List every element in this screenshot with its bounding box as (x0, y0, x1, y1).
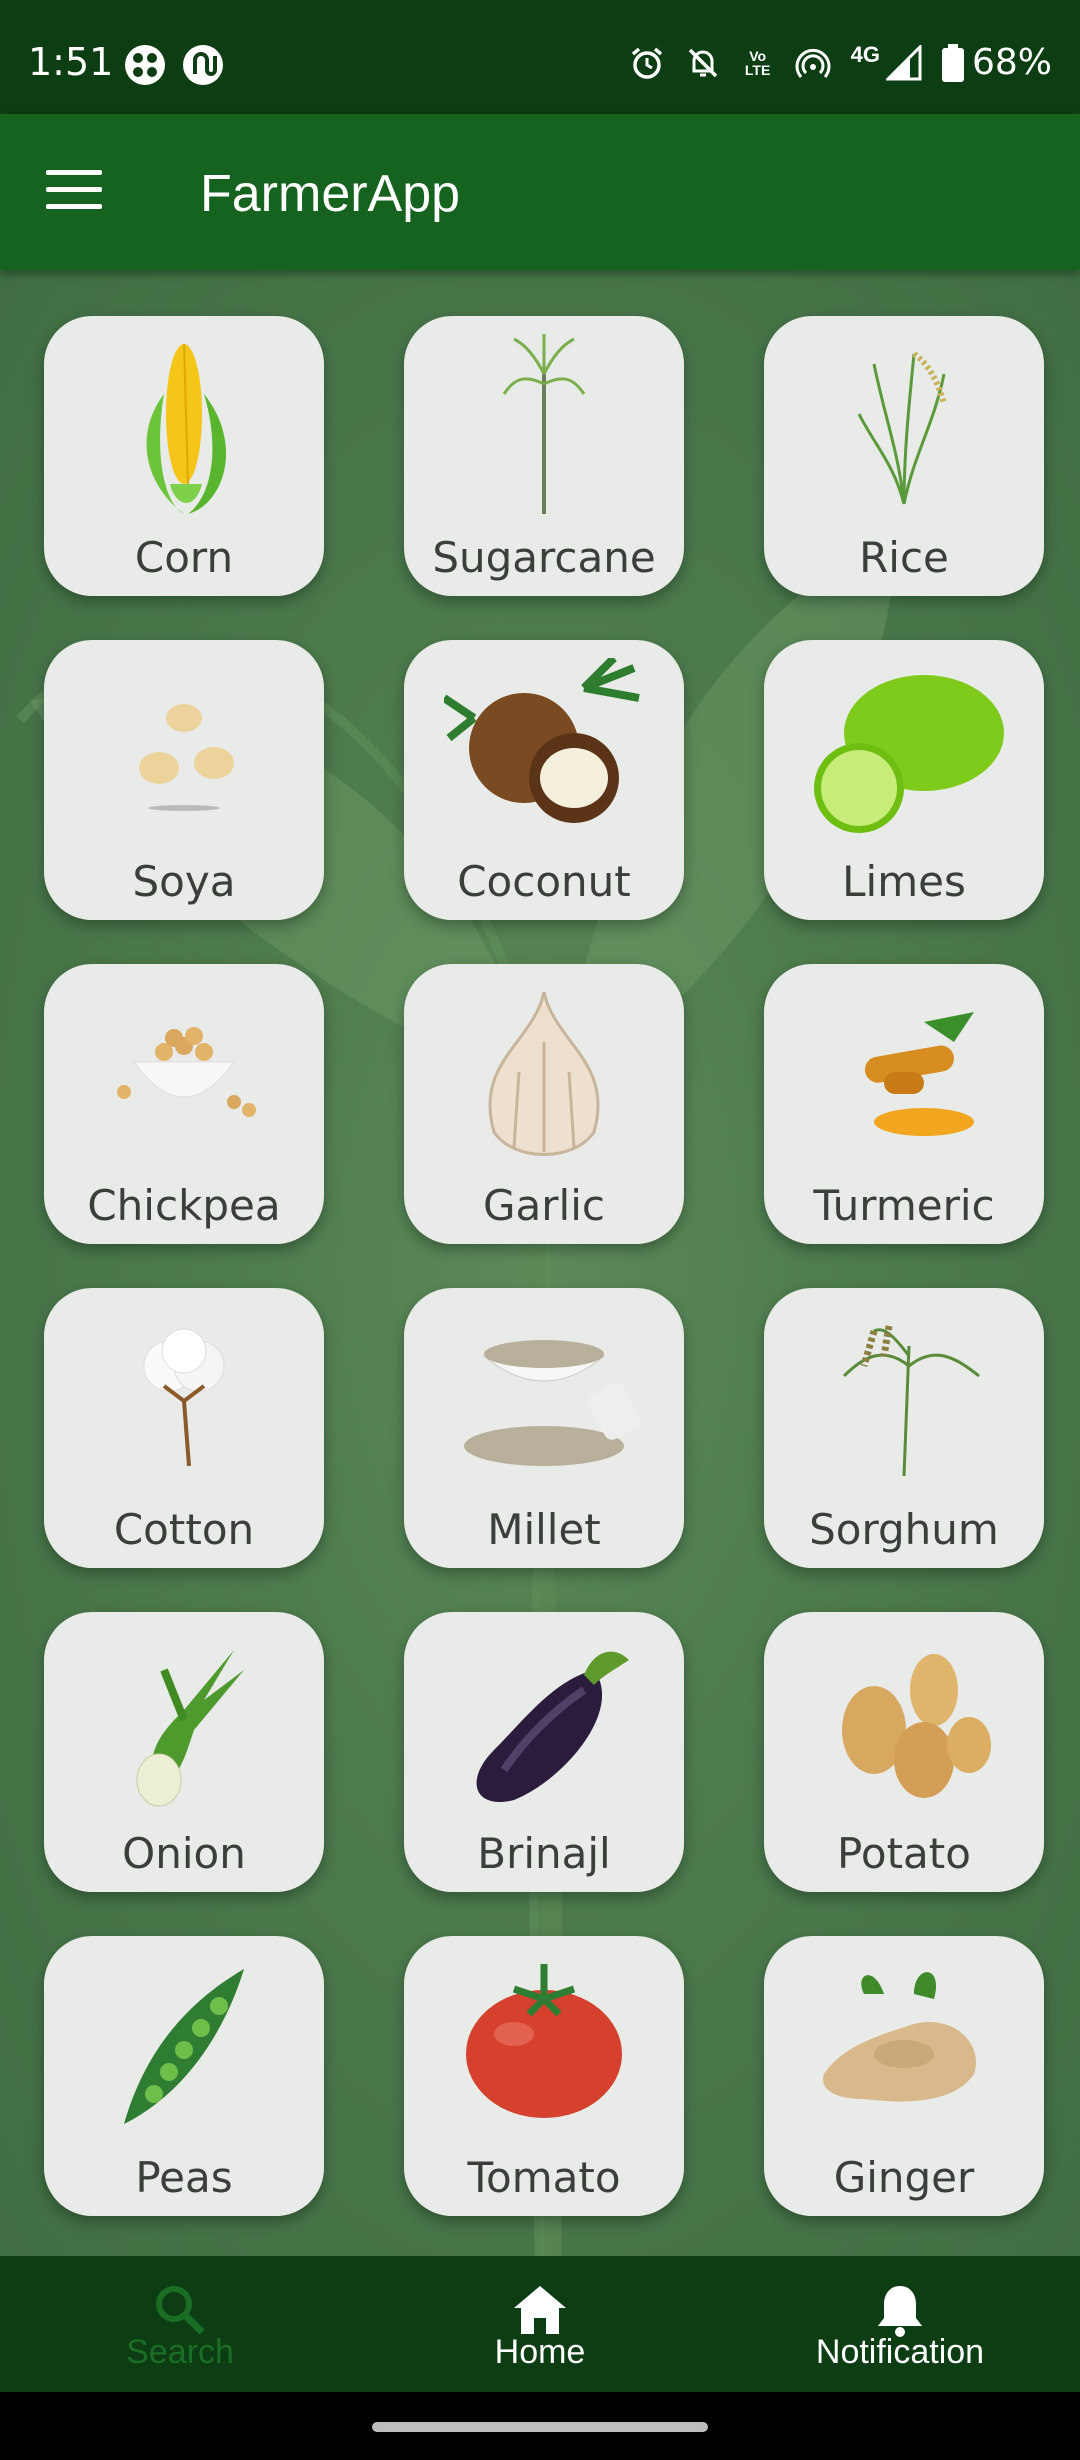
crop-label: Onion (122, 1829, 246, 1878)
crop-card-peas[interactable]: Peas (44, 1936, 324, 2216)
crop-card-coconut[interactable]: Coconut (404, 640, 684, 920)
nav-label-notification: Notification (815, 2333, 985, 2371)
millet-icon (464, 1340, 641, 1466)
corn-icon (146, 343, 227, 514)
status-bar: 1:51 Vo LTE 4G 68% (0, 0, 1080, 114)
alarm-icon (631, 47, 662, 79)
sorghum-icon (842, 1325, 980, 1477)
crop-label: Cotton (113, 1505, 255, 1554)
nav-notification[interactable]: Notification (720, 2256, 1080, 2392)
crop-card-corn[interactable]: Corn (44, 316, 324, 596)
crop-card-sorghum[interactable]: Sorghum (764, 1288, 1044, 1568)
menu-icon[interactable] (46, 170, 102, 214)
nav-search[interactable]: Search (0, 2256, 360, 2392)
app-notification-icon (125, 45, 165, 85)
crop-label: Millet (487, 1505, 601, 1554)
crop-label: Limes (842, 857, 966, 906)
nav-label-search: Search (126, 2333, 234, 2371)
nav-home[interactable]: Home (360, 2256, 720, 2392)
status-time: 1:51 (28, 40, 114, 84)
crop-label: Ginger (833, 2153, 975, 2202)
crop-card-soya[interactable]: Soya (44, 640, 324, 920)
volte-icon: Vo LTE (744, 47, 771, 78)
crop-card-millet[interactable]: Millet (404, 1288, 684, 1568)
app-bar: FarmerApp (0, 114, 1080, 270)
ginger-icon (823, 1972, 976, 2102)
crop-card-cotton[interactable]: Cotton (44, 1288, 324, 1568)
crop-label: Garlic (483, 1181, 605, 1230)
rice-icon (857, 351, 947, 505)
potato-icon (842, 1654, 991, 1798)
bottom-nav: Search Home Notification (0, 2256, 1080, 2392)
crop-card-turmeric[interactable]: Turmeric (764, 964, 1044, 1244)
sugarcane-icon (502, 334, 586, 514)
crop-card-ginger[interactable]: Ginger (764, 1936, 1044, 2216)
crop-card-onion[interactable]: Onion (44, 1612, 324, 1892)
crop-label: Chickpea (87, 1181, 281, 1230)
crop-label: Peas (135, 2153, 233, 2202)
search-icon (156, 2286, 205, 2335)
crop-label: Brinajl (477, 1829, 611, 1878)
crop-label: Rice (859, 533, 949, 582)
crop-label: Turmeric (813, 1181, 995, 1230)
soya-icon (139, 704, 234, 811)
crop-label: Potato (837, 1829, 971, 1878)
home-icon (514, 2286, 566, 2334)
crop-card-potato[interactable]: Potato (764, 1612, 1044, 1892)
crop-label: Corn (134, 533, 234, 582)
battery-icon (941, 43, 964, 82)
crop-label: Sorghum (809, 1505, 999, 1554)
cotton-icon (143, 1328, 225, 1467)
signal-icon (885, 44, 922, 80)
turmeric-icon (864, 1012, 974, 1136)
system-gesture-area (0, 2392, 1080, 2460)
chickpea-icon (117, 1027, 256, 1117)
status-left-icons (124, 44, 224, 86)
network-type: 4G (850, 41, 880, 67)
crop-label: Coconut (457, 857, 631, 906)
crop-card-sugarcane[interactable]: Sugarcane (404, 316, 684, 596)
crop-card-rice[interactable]: Rice (764, 316, 1044, 596)
crop-grid: Corn Sugarcane Rice Soya Coconut Limes C… (44, 316, 1044, 2216)
crop-label: Soya (132, 857, 236, 906)
status-icons: Vo LTE 4G 68% (629, 42, 1052, 83)
onion-icon (136, 1650, 244, 1807)
garlic-icon (488, 991, 600, 1156)
home-gesture-bar[interactable] (372, 2422, 708, 2432)
bell-icon (878, 2286, 922, 2337)
peas-icon (124, 1969, 244, 2124)
limes-icon (814, 675, 1004, 833)
hotspot-icon (795, 48, 831, 78)
battery-percent: 68% (971, 42, 1052, 83)
crop-label: Tomato (467, 2153, 621, 2202)
crop-grid-area[interactable]: Corn Sugarcane Rice Soya Coconut Limes C… (0, 270, 1080, 2256)
tomato-icon (466, 1964, 622, 2118)
app-notification-icon-2 (183, 45, 223, 85)
crop-card-brinjal[interactable]: Brinajl (404, 1612, 684, 1892)
coconut-icon (444, 658, 640, 823)
crop-label: Sugarcane (432, 533, 656, 582)
brinjal-icon (476, 1651, 629, 1802)
notifications-off-icon (688, 48, 717, 77)
crop-card-garlic[interactable]: Garlic (404, 964, 684, 1244)
nav-label-home: Home (494, 2333, 586, 2371)
page-title: FarmerApp (200, 165, 461, 223)
crop-card-chickpea[interactable]: Chickpea (44, 964, 324, 1244)
crop-card-tomato[interactable]: Tomato (404, 1936, 684, 2216)
crop-card-limes[interactable]: Limes (764, 640, 1044, 920)
